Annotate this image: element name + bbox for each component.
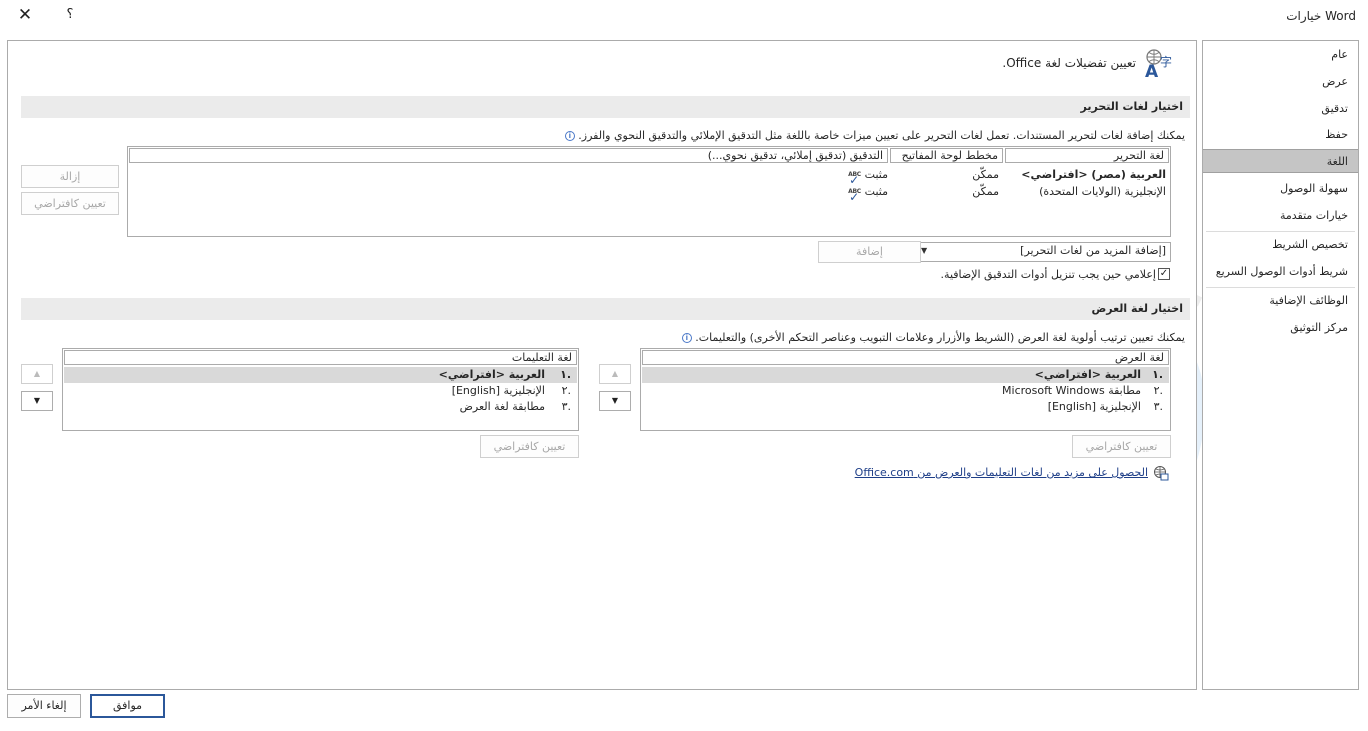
sidebar-item-trust-center[interactable]: مركز التوثيق [1203, 316, 1358, 340]
display-section-header: اختيار لغة العرض [21, 298, 1190, 320]
list-item-label: مطابقة لغة العرض [459, 400, 545, 413]
remove-button[interactable]: إزالة [21, 165, 119, 188]
sidebar-item-proofing[interactable]: تدقيق [1203, 97, 1358, 121]
svg-text:A: A [1145, 62, 1159, 79]
cancel-button[interactable]: إلغاء الأمر [7, 694, 81, 718]
list-item[interactable]: ٢. الإنجليزية [English] [64, 383, 577, 399]
display-language-list[interactable]: لغة العرض ١. العربية <افتراضي> ٢. مطابقة… [640, 348, 1171, 431]
list-item[interactable]: ١. العربية <افتراضي> [64, 367, 577, 383]
list-item[interactable]: ٢. مطابقة Microsoft Windows [642, 383, 1169, 399]
sidebar-item-accessibility[interactable]: سهولة الوصول [1203, 177, 1358, 201]
help-language-list[interactable]: لغة التعليمات ١. العربية <افتراضي> ٢. ال… [62, 348, 579, 431]
sidebar-item-add-ins[interactable]: الوظائف الإضافية [1203, 289, 1358, 313]
window-title: خيارات Word [1286, 9, 1356, 23]
editing-language-cell[interactable]: الإنجليزية (الولايات المتحدة) [1039, 184, 1166, 200]
sidebar-separator [1206, 231, 1355, 232]
chevron-down-icon: ▼ [921, 246, 928, 255]
combo-value: [إضافة المزيد من لغات التحرير] [1020, 244, 1166, 257]
list-item-number: ٣. [1153, 400, 1163, 413]
svg-text:字: 字 [1160, 54, 1172, 69]
sidebar-item-language[interactable]: اللغة [1203, 149, 1358, 173]
help-icon[interactable]: ؟ [62, 6, 78, 24]
sidebar-separator [1206, 287, 1355, 288]
proofing-check-icon: ABC ✓ [848, 187, 861, 204]
office-com-link[interactable]: الحصول على مزيد من لغات التعليمات والعرض… [855, 466, 1148, 479]
info-icon: i [564, 131, 575, 141]
ok-button[interactable]: موافق [90, 694, 165, 718]
column-header-proofing[interactable]: التدقيق (تدقيق إملائي، تدقيق نحوي...) [129, 148, 888, 163]
list-item-label: مطابقة Microsoft Windows [1002, 384, 1141, 397]
list-item-label: الإنجليزية [English] [451, 384, 545, 397]
move-up-display-button[interactable]: ▲ [599, 364, 631, 384]
globe-link-icon [1154, 466, 1169, 481]
editing-description: يمكنك إضافة لغات لتحرير المستندات. تعمل … [564, 129, 1185, 142]
language-globe-icon: A 字 [1145, 49, 1172, 79]
column-header-editing-language[interactable]: لغة التحرير [1005, 148, 1169, 163]
list-item-number: ١. [1152, 368, 1163, 381]
sidebar-item-general[interactable]: عام [1203, 43, 1358, 67]
proofing-cell: ABC ✓ مثبت [848, 167, 888, 187]
list-item[interactable]: ١. العربية <افتراضي> [642, 367, 1169, 383]
list-item[interactable]: ٣. مطابقة لغة العرض [64, 399, 577, 415]
proofing-status: مثبت [864, 185, 888, 198]
list-item-number: ٢. [1153, 384, 1163, 397]
list-item-number: ٣. [561, 400, 571, 413]
move-down-display-button[interactable]: ▼ [599, 391, 631, 411]
keyboard-cell: ممكّن [972, 185, 999, 198]
keyboard-cell: ممكّن [972, 168, 999, 181]
editing-section-title: اختيار لغات التحرير [1080, 100, 1183, 113]
proofing-check-icon: ABC ✓ [848, 170, 861, 187]
close-icon[interactable]: ✕ [14, 4, 36, 26]
sidebar-item-customize-ribbon[interactable]: تخصيص الشريط [1203, 233, 1358, 257]
list-item-label: الإنجليزية [English] [1047, 400, 1141, 413]
notify-proofing-label[interactable]: إعلامي حين يجب تنزيل أدوات التدقيق الإضا… [941, 268, 1156, 281]
sidebar-item-advanced[interactable]: خيارات متقدمة [1203, 204, 1358, 228]
sidebar-item-save[interactable]: حفظ [1203, 123, 1358, 147]
move-up-help-button[interactable]: ▲ [21, 364, 53, 384]
language-options-panel: A 字 تعيين تفضيلات لغة Office. اختيار لغا… [7, 40, 1197, 690]
header-text: تعيين تفضيلات لغة Office. [1002, 56, 1136, 70]
add-language-button[interactable]: إضافة [818, 241, 921, 263]
proofing-cell: ABC ✓ مثبت [848, 184, 888, 204]
list-item-label: العربية <افتراضي> [438, 368, 545, 381]
editing-description-text: يمكنك إضافة لغات لتحرير المستندات. تعمل … [578, 129, 1185, 142]
set-default-display-button[interactable]: تعيين كافتراضي [1072, 435, 1171, 458]
info-icon: i [681, 333, 692, 343]
set-default-editing-button[interactable]: تعيين كافتراضي [21, 192, 119, 215]
sidebar-item-quick-access-toolbar[interactable]: شريط أدوات الوصول السريع [1203, 260, 1358, 284]
move-down-help-button[interactable]: ▼ [21, 391, 53, 411]
list-item-number: ٢. [561, 384, 571, 397]
list-item-number: ١. [560, 368, 571, 381]
proofing-status: مثبت [864, 168, 888, 181]
editing-languages-table[interactable]: لغة التحرير مخطط لوحة المفاتيح التدقيق (… [127, 146, 1171, 237]
set-default-help-button[interactable]: تعيين كافتراضي [480, 435, 579, 458]
editing-section-header: اختيار لغات التحرير [21, 96, 1190, 118]
display-description: يمكنك تعيين ترتيب أولوية لغة العرض (الشر… [681, 331, 1185, 344]
notify-proofing-checkbox[interactable]: ✓ [1158, 268, 1170, 280]
editing-language-cell[interactable]: العربية (مصر) <افتراضي> [1021, 167, 1166, 183]
column-header-keyboard[interactable]: مخطط لوحة المفاتيح [890, 148, 1003, 163]
options-sidebar: عام عرض تدقيق حفظ اللغة سهولة الوصول خيا… [1202, 40, 1359, 690]
list-item-label: العربية <افتراضي> [1034, 368, 1141, 381]
display-description-text: يمكنك تعيين ترتيب أولوية لغة العرض (الشر… [695, 331, 1185, 344]
sidebar-item-display[interactable]: عرض [1203, 70, 1358, 94]
display-list-header: لغة العرض [642, 350, 1169, 365]
add-editing-language-combo[interactable]: ▼ [إضافة المزيد من لغات التحرير] [915, 242, 1171, 262]
list-item[interactable]: ٣. الإنجليزية [English] [642, 399, 1169, 415]
display-section-title: اختيار لغة العرض [1091, 302, 1183, 315]
help-list-header: لغة التعليمات [64, 350, 577, 365]
